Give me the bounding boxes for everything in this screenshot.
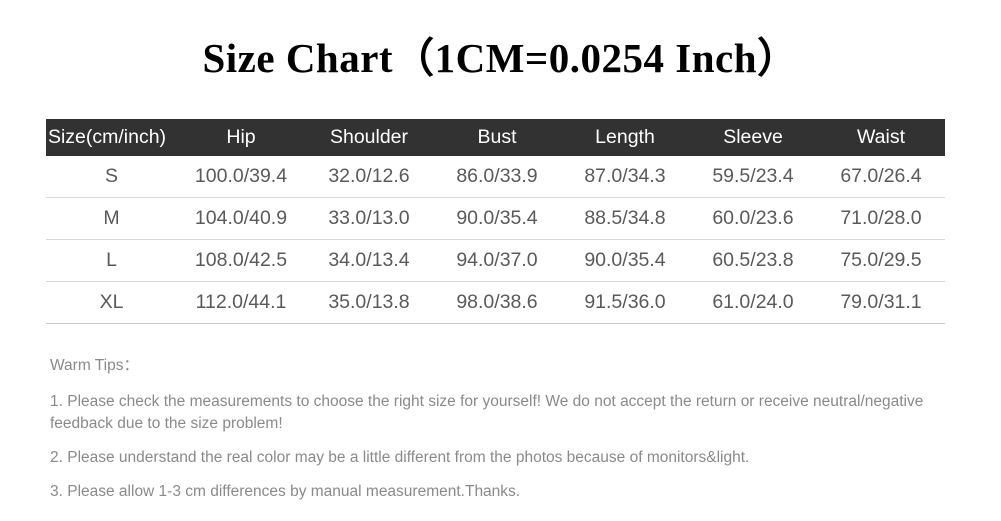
cell-length: 88.5/34.8: [561, 197, 689, 240]
cell-sleeve: 61.0/24.0: [689, 281, 817, 324]
size-chart-table: Size(cm/inch) Hip Shoulder Bust Length S…: [46, 119, 945, 324]
cell-size: S: [46, 156, 177, 198]
cell-hip: 104.0/40.9: [177, 197, 305, 240]
cell-bust: 98.0/38.6: [433, 281, 561, 324]
table-header-row: Size(cm/inch) Hip Shoulder Bust Length S…: [46, 119, 945, 156]
cell-shoulder: 35.0/13.8: [305, 281, 433, 324]
column-header-bust: Bust: [477, 126, 517, 148]
cell-hip: 108.0/42.5: [177, 239, 305, 282]
page-title: Size Chart（1CM=0.0254 Inch）: [202, 35, 799, 81]
warm-tips-section: Warm Tips： 1. Please check the measureme…: [50, 355, 960, 503]
cell-waist: 67.0/26.4: [817, 156, 945, 198]
cell-bust: 86.0/33.9: [433, 156, 561, 198]
cell-size: L: [46, 239, 177, 282]
cell-bust: 90.0/35.4: [433, 197, 561, 240]
cell-sleeve: 60.0/23.6: [689, 197, 817, 240]
table-row: XL 112.0/44.1 35.0/13.8 98.0/38.6 91.5/3…: [46, 281, 945, 324]
cell-shoulder: 32.0/12.6: [305, 156, 433, 198]
column-header-sleeve: Sleeve: [723, 126, 783, 148]
table-body: S 100.0/39.4 32.0/12.6 86.0/33.9 87.0/34…: [46, 156, 945, 324]
table-header: Size(cm/inch) Hip Shoulder Bust Length S…: [46, 119, 945, 156]
column-header-size: Size(cm/inch): [46, 119, 177, 156]
column-header-waist: Waist: [856, 126, 906, 148]
warm-tip-item-3: 3. Please allow 1-3 cm differences by ma…: [50, 483, 521, 500]
cell-waist: 79.0/31.1: [817, 281, 945, 324]
warm-tips-heading: Warm Tips：: [50, 357, 139, 374]
cell-size: M: [46, 197, 177, 240]
cell-sleeve: 60.5/23.8: [689, 239, 817, 282]
cell-length: 90.0/35.4: [561, 239, 689, 282]
warm-tip-item-1: 1. Please check the measurements to choo…: [50, 393, 924, 432]
cell-shoulder: 33.0/13.0: [305, 197, 433, 240]
table-row: S 100.0/39.4 32.0/12.6 86.0/33.9 87.0/34…: [46, 156, 945, 198]
warm-tip-item-2: 2. Please understand the real color may …: [50, 449, 750, 466]
size-chart-table-container: Size(cm/inch) Hip Shoulder Bust Length S…: [46, 119, 945, 324]
cell-hip: 100.0/39.4: [177, 156, 305, 198]
cell-length: 87.0/34.3: [561, 156, 689, 198]
column-header-hip: Hip: [226, 126, 256, 148]
cell-waist: 71.0/28.0: [817, 197, 945, 240]
cell-hip: 112.0/44.1: [177, 281, 305, 324]
column-header-shoulder: Shoulder: [329, 126, 409, 148]
column-header-length: Length: [595, 126, 655, 148]
column-header-size-label: Size(cm/inch): [47, 126, 167, 148]
cell-shoulder: 34.0/13.4: [305, 239, 433, 282]
cell-sleeve: 59.5/23.4: [689, 156, 817, 198]
cell-length: 91.5/36.0: [561, 281, 689, 324]
cell-size: XL: [46, 281, 177, 324]
cell-waist: 75.0/29.5: [817, 239, 945, 282]
table-row: L 108.0/42.5 34.0/13.4 94.0/37.0 90.0/35…: [46, 239, 945, 282]
cell-bust: 94.0/37.0: [433, 239, 561, 282]
table-row: M 104.0/40.9 33.0/13.0 90.0/35.4 88.5/34…: [46, 197, 945, 240]
